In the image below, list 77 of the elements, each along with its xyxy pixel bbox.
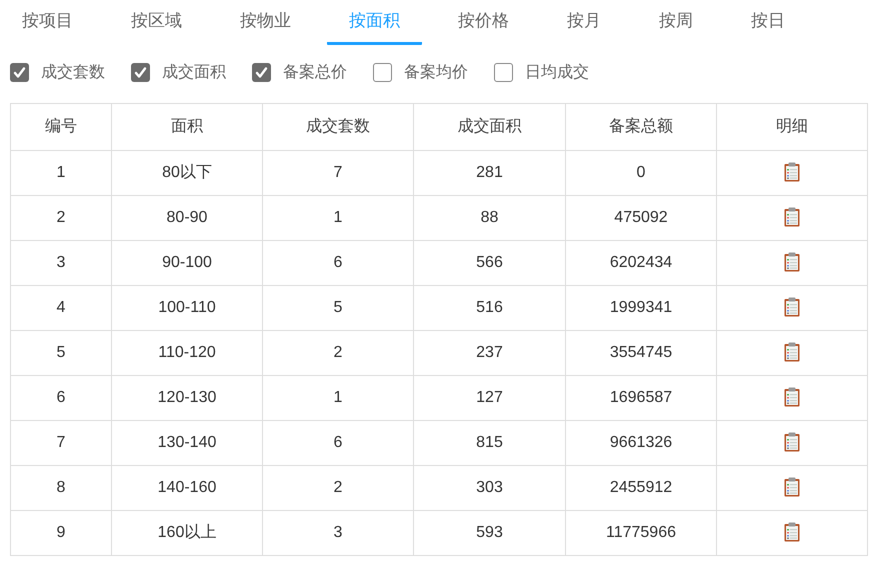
table-cell: 516	[414, 285, 566, 330]
checkbox-label: 成交面积	[162, 62, 226, 82]
table-cell: 2	[262, 465, 414, 510]
table-cell: 160以上	[112, 510, 262, 555]
table-cell: 8	[10, 465, 112, 510]
table-cell: 2	[10, 195, 112, 240]
table-cell: 2455912	[566, 465, 716, 510]
table-cell: 3554745	[566, 330, 716, 375]
checkbox-label: 备案均价	[404, 62, 468, 82]
clipboard-icon	[784, 387, 800, 408]
table-cell: 6	[10, 375, 112, 420]
tab[interactable]: 按物业	[218, 6, 313, 44]
table-cell: 593	[414, 510, 566, 555]
table-cell: 566	[414, 240, 566, 285]
clipboard-icon	[784, 297, 800, 318]
checkbox[interactable]	[131, 63, 150, 82]
tab[interactable]: 按月	[545, 6, 623, 44]
checkbox-label: 日均成交	[525, 62, 589, 82]
tab[interactable]: 按周	[637, 6, 715, 44]
table-cell: 6	[262, 240, 414, 285]
clipboard-icon	[784, 162, 800, 182]
checkbox[interactable]	[494, 63, 513, 82]
table-cell: 7	[262, 150, 414, 195]
table-cell: 1	[10, 150, 112, 195]
clipboard-icon	[784, 342, 800, 362]
table-cell: 1696587	[566, 375, 716, 420]
table-cell: 7	[10, 420, 112, 465]
tab[interactable]: 按区域	[109, 6, 204, 44]
checkbox[interactable]	[252, 63, 271, 82]
clipboard-icon	[784, 522, 800, 542]
tab[interactable]: 按价格	[436, 6, 531, 44]
table-cell: 1	[262, 375, 414, 420]
column-header: 备案总额	[566, 103, 716, 150]
table-cell: 100-110	[112, 285, 262, 330]
clipboard-icon	[784, 252, 800, 272]
table-cell: 80以下	[112, 150, 262, 195]
table-cell: 130-140	[112, 420, 262, 465]
table-cell: 0	[566, 150, 716, 195]
table-cell: 88	[414, 195, 566, 240]
clipboard-icon	[784, 432, 800, 452]
table-cell: 237	[414, 330, 566, 375]
table-cell: 2	[262, 330, 414, 375]
clipboard-icon	[784, 477, 800, 498]
table-cell: 475092	[566, 195, 716, 240]
table-cell: 80-90	[112, 195, 262, 240]
table-cell: 5	[10, 330, 112, 375]
column-header: 明细	[716, 103, 868, 150]
table-cell: 140-160	[112, 465, 262, 510]
table-cell: 9661326	[566, 420, 716, 465]
table-cell: 127	[414, 375, 566, 420]
clipboard-icon	[784, 207, 800, 228]
table-cell: 303	[414, 465, 566, 510]
table-cell: 1	[262, 195, 414, 240]
column-header: 成交套数	[262, 103, 414, 150]
table-cell: 90-100	[112, 240, 262, 285]
table-cell: 1999341	[566, 285, 716, 330]
tab[interactable]: 按日	[729, 6, 807, 44]
column-header: 成交面积	[414, 103, 566, 150]
table-cell: 5	[262, 285, 414, 330]
table-cell: 4	[10, 285, 112, 330]
column-header: 面积	[112, 103, 262, 150]
table-cell: 281	[414, 150, 566, 195]
table-cell: 110-120	[112, 330, 262, 375]
table-cell: 3	[262, 510, 414, 555]
table-cell: 6202434	[566, 240, 716, 285]
column-header: 编号	[10, 103, 112, 150]
checkbox-label: 成交套数	[41, 62, 105, 82]
table-cell: 3	[10, 240, 112, 285]
table-cell: 6	[262, 420, 414, 465]
checkbox-label: 备案总价	[283, 62, 347, 82]
checkbox[interactable]	[10, 63, 29, 82]
checkbox[interactable]	[373, 63, 392, 82]
table-cell: 815	[414, 420, 566, 465]
tab[interactable]: 按项目	[0, 6, 95, 44]
table-cell: 120-130	[112, 375, 262, 420]
table-cell: 11775966	[566, 510, 716, 555]
table-cell: 9	[10, 510, 112, 555]
